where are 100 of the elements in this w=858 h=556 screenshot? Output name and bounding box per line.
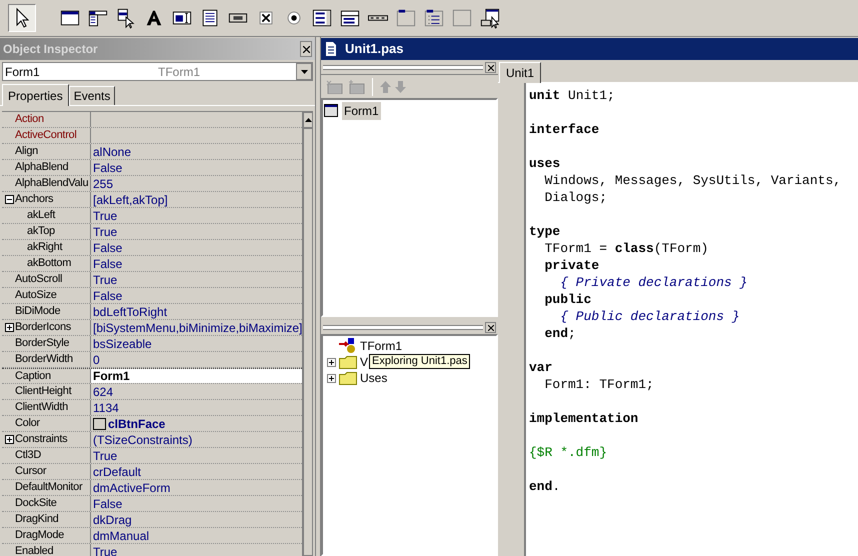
scroll-up-button[interactable] xyxy=(303,112,313,128)
property-name: ClientHeight xyxy=(15,384,72,400)
property-name: DockSite xyxy=(15,496,57,512)
code-line: unit Unit1; xyxy=(529,87,615,104)
folder-icon xyxy=(339,355,357,369)
property-name: Ctl3D xyxy=(15,448,42,464)
memo-icon xyxy=(200,7,220,29)
radio-group-icon xyxy=(424,7,444,29)
expand-icon[interactable] xyxy=(327,358,336,366)
code-line: end. xyxy=(529,478,560,495)
tree-item[interactable]: TForm1 xyxy=(360,337,402,355)
grip-bar[interactable] xyxy=(323,65,483,70)
window-title: Unit1.pas xyxy=(345,40,404,58)
property-value: 624 xyxy=(93,384,114,399)
property-name: Align xyxy=(15,144,38,160)
property-name: AutoSize xyxy=(15,288,57,304)
code-line: TForm1 = class(TForm) xyxy=(544,240,708,257)
property-name: BorderIcons xyxy=(15,320,72,336)
property-value: 255 xyxy=(93,176,114,191)
property-value: dkDrag xyxy=(93,512,132,527)
code-line: interface xyxy=(529,121,600,138)
property-name: DragMode xyxy=(15,528,64,544)
property-name: Action xyxy=(15,112,44,128)
code-line: public xyxy=(544,291,592,308)
property-value: dmActiveForm xyxy=(93,480,170,495)
code-line: Windows, Messages, SysUtils, Variants, xyxy=(544,172,842,189)
property-name: DragKind xyxy=(15,512,58,528)
caret-icon xyxy=(300,70,308,74)
code-line: var xyxy=(529,359,552,376)
tab[interactable]: Properties xyxy=(2,84,69,106)
code-line: implementation xyxy=(529,410,638,427)
property-name: ClientWidth xyxy=(15,400,68,416)
property-value: alNone xyxy=(93,144,132,159)
close-button[interactable] xyxy=(485,62,496,73)
property-value: False xyxy=(93,240,122,255)
list-box-icon xyxy=(312,7,332,29)
property-value: False xyxy=(93,256,122,271)
property-value: False xyxy=(93,160,122,175)
tab[interactable]: Events xyxy=(68,86,116,105)
property-value: bsSizeable xyxy=(93,336,152,351)
property-name: akBottom xyxy=(27,256,72,272)
up-arrow-icon xyxy=(304,118,312,122)
property-name: akRight xyxy=(27,240,62,256)
code-line: Form1: TForm1; xyxy=(544,376,654,393)
property-name: BorderStyle xyxy=(15,336,70,352)
form-icon xyxy=(324,104,338,117)
property-name: Color xyxy=(15,416,40,432)
close-button[interactable] xyxy=(485,322,496,333)
property-name: akLeft xyxy=(27,208,56,224)
code-editor[interactable] xyxy=(526,83,858,556)
palette-button[interactable] xyxy=(8,4,36,32)
expand-icon[interactable] xyxy=(5,323,14,332)
tab[interactable]: Unit1 xyxy=(499,62,542,83)
tree-item[interactable]: Form1 xyxy=(342,102,381,120)
code-line: uses xyxy=(529,155,560,172)
class-icon xyxy=(339,338,357,354)
property-value: True xyxy=(93,224,118,239)
close-icon xyxy=(488,324,494,330)
document-icon xyxy=(325,42,337,56)
property-name: BorderWidth xyxy=(15,352,73,368)
property-name: akTop xyxy=(27,224,55,240)
object-type: TForm1 xyxy=(158,64,201,80)
code-line: end; xyxy=(544,325,576,342)
object-selector[interactable]: Form1 TForm1 xyxy=(2,62,313,81)
object-name: Form1 xyxy=(4,64,41,80)
action-list-icon xyxy=(480,7,500,29)
property-value: 1134 xyxy=(93,400,119,415)
property-name: Enabled xyxy=(15,544,54,556)
property-name: AutoScroll xyxy=(15,272,62,288)
property-value: dmManual xyxy=(93,528,150,543)
property-value: bdLeftToRight xyxy=(93,304,168,319)
property-value: [akLeft,akTop] xyxy=(93,192,168,207)
tooltip: Exploring Unit1.pas xyxy=(369,354,470,369)
property-name: AlphaBlendValu xyxy=(15,176,88,192)
property-value: clBtnFace xyxy=(108,416,166,431)
grip-bar[interactable] xyxy=(323,325,483,330)
expand-icon[interactable] xyxy=(5,435,14,444)
close-button[interactable] xyxy=(300,41,312,57)
panel-icon xyxy=(452,7,472,29)
property-name: Caption xyxy=(15,368,51,384)
property-name: Constraints xyxy=(15,432,68,448)
color-swatch-icon xyxy=(93,418,106,430)
property-name: AlphaBlend xyxy=(15,160,68,176)
group-box-icon xyxy=(396,7,416,29)
expand-icon[interactable] xyxy=(327,374,336,382)
popup-menu-icon xyxy=(116,7,136,29)
tree-item[interactable]: Uses xyxy=(360,369,388,387)
collapse-icon[interactable] xyxy=(5,195,14,204)
property-value: 0 xyxy=(93,352,100,367)
property-value: True xyxy=(93,544,118,556)
property-name: DefaultMonitor xyxy=(15,480,82,496)
tree-item[interactable]: V xyxy=(360,353,368,371)
property-name: BiDiMode xyxy=(15,304,60,320)
folder-icon xyxy=(339,371,357,385)
code-line: { Private declarations } xyxy=(559,274,748,291)
close-icon xyxy=(302,46,310,52)
property-value: True xyxy=(93,272,118,287)
panel-title: Object Inspector xyxy=(3,41,98,58)
property-value: True xyxy=(93,448,118,463)
dropdown-button[interactable] xyxy=(296,63,312,80)
